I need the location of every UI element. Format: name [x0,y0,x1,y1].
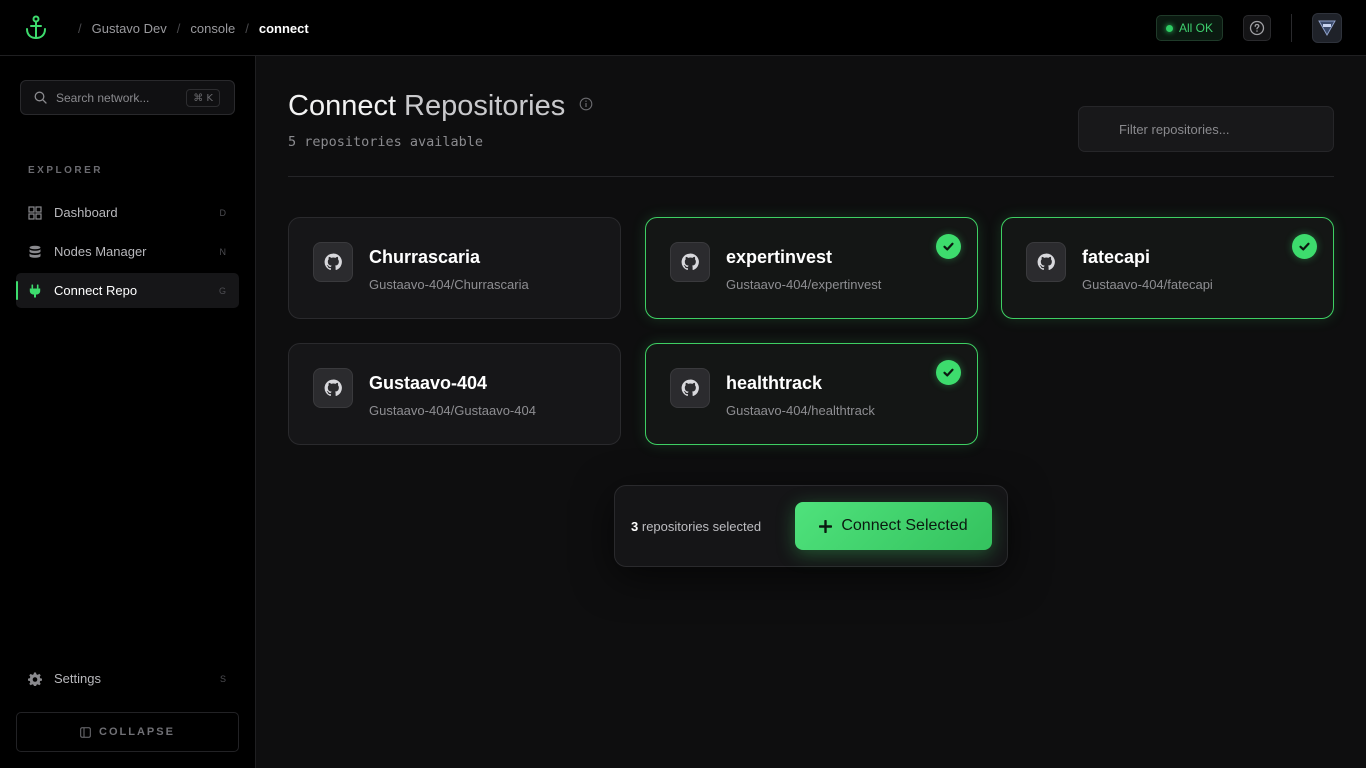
sidebar-item-label: Nodes Manager [54,244,147,259]
avatar[interactable] [1312,13,1342,43]
repo-path: Gustaavo-404/Gustaavo-404 [369,403,536,418]
check-icon [936,360,961,385]
sidebar-item-label: Settings [54,671,101,686]
filter-input[interactable] [1078,106,1334,152]
github-icon [313,242,353,282]
breadcrumb: / Gustavo Dev / console / connect [68,0,309,56]
selected-suffix: repositories selected [641,519,762,534]
sidebar-item-dashboard[interactable]: Dashboard D [16,195,239,230]
header-divider-line [288,176,1334,177]
anchor-logo-icon[interactable] [24,15,48,41]
help-button[interactable] [1243,15,1271,41]
page-title-suffix: Repositories [404,90,566,122]
breadcrumb-workspace[interactable]: Gustavo Dev [92,21,167,36]
hotkey-hint: N [219,246,227,257]
repo-name: fatecapi [1082,247,1151,267]
top-bar: / Gustavo Dev / console / connect All OK [0,0,1366,56]
breadcrumb-current: connect [258,20,309,36]
repo-name: Churrascaria [369,247,481,267]
section-label: EXPLORER [28,165,104,176]
repo-card-expertinvest[interactable]: expertinvest Gustaavo-404/expertinvest [645,217,978,319]
github-icon [670,242,710,282]
selected-count: 3 [631,519,639,534]
hotkey-hint: S [219,673,226,684]
search-placeholder: Search network... [56,90,150,105]
sidebar-item-nodes-manager[interactable]: Nodes Manager N [16,234,239,269]
hotkey-hint: D [219,207,227,218]
collapse-label: COLLAPSE [99,726,175,738]
repo-path: Gustaavo-404/fatecapi [1082,277,1213,292]
sidebar-item-label: Connect Repo [54,283,138,298]
check-icon [936,234,961,259]
status-badge[interactable]: All OK [1156,15,1223,41]
selection-summary: 3 repositories selected [631,519,761,534]
gear-icon [28,672,42,686]
hotkey-hint: G [218,285,226,296]
breadcrumb-separator: / [78,20,82,36]
repo-name: Gustaavo-404 [369,373,488,393]
info-icon[interactable] [579,97,593,111]
sidebar-collapse-icon [80,726,91,738]
repo-card-churrascaria[interactable]: Churrascaria Gustaavo-404/Churrascaria [288,217,621,319]
database-icon [29,245,41,258]
repo-path: Gustaavo-404/healthtrack [726,403,875,418]
repo-card-gustaavo-404[interactable]: Gustaavo-404 Gustaavo-404/Gustaavo-404 [288,343,621,445]
page-title-prefix: Connect [288,90,397,122]
github-icon [313,368,353,408]
github-icon [670,368,710,408]
repo-card-fatecapi[interactable]: fatecapi Gustaavo-404/fatecapi [1001,217,1334,319]
check-icon [1292,234,1317,259]
sidebar-item-label: Dashboard [54,205,118,220]
question-icon [1249,20,1265,36]
selection-action-bar: 3 repositories selected Connect Selected [614,485,1008,567]
plus-icon [819,519,833,533]
repo-name: healthtrack [726,373,823,393]
repo-count-subtitle: 5 repositories available [288,134,484,150]
repo-path: Gustaavo-404/Churrascaria [369,277,529,292]
sidebar-item-settings[interactable]: Settings S [16,661,239,696]
breadcrumb-separator: / [176,20,181,36]
user-avatar-icon [1318,20,1336,37]
sidebar: Search network... ⌘ K EXPLORER Dashboard… [0,56,256,768]
search-shortcut: ⌘ K [186,89,220,107]
repo-name: expertinvest [726,247,833,267]
sidebar-item-connect-repo[interactable]: Connect Repo G [16,273,239,308]
connect-selected-label: Connect Selected [841,517,968,534]
breadcrumb-separator: / [245,20,249,36]
status-dot-icon [1165,24,1173,32]
status-label: All OK [1178,21,1213,35]
collapse-button[interactable]: COLLAPSE [16,712,239,752]
dashboard-icon [28,205,42,220]
breadcrumb-project[interactable]: console [190,21,235,36]
page-title: Connect Repositories [288,90,593,123]
search-input[interactable]: Search network... ⌘ K [20,80,235,115]
search-icon [34,91,47,104]
plug-icon [29,284,41,297]
connect-selected-button[interactable]: Connect Selected [795,502,992,550]
repo-card-healthtrack[interactable]: healthtrack Gustaavo-404/healthtrack [645,343,978,445]
header-divider [1291,14,1292,42]
repo-path: Gustaavo-404/expertinvest [726,277,882,292]
github-icon [1026,242,1066,282]
